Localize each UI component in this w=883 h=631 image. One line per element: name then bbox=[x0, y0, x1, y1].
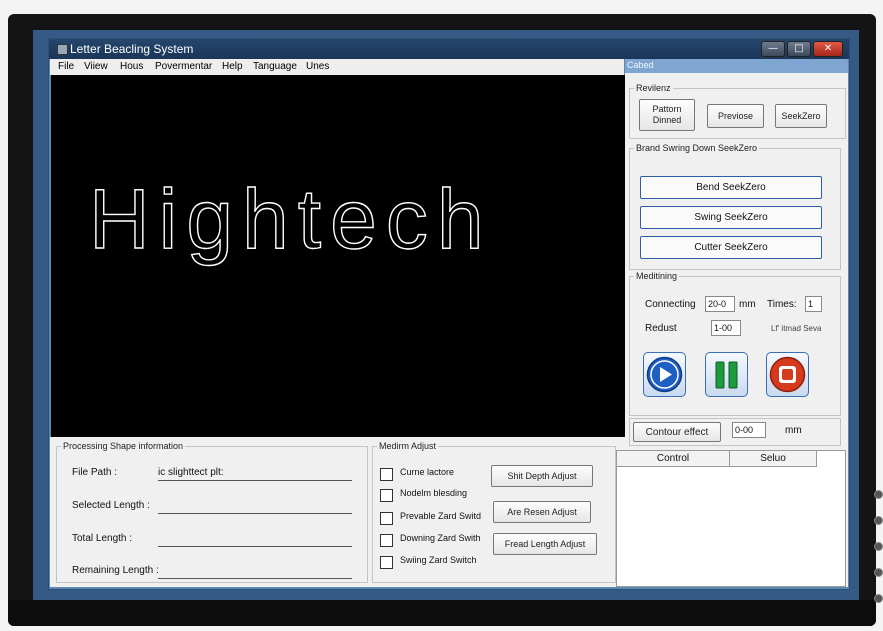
file-path-field[interactable]: ic slighttect plt: bbox=[158, 467, 352, 481]
checkbox[interactable] bbox=[380, 534, 393, 547]
remaining-length-field[interactable] bbox=[158, 565, 352, 579]
maximize-icon[interactable]: □ bbox=[787, 41, 811, 57]
shift-depth-adjust-button[interactable]: Shit Depth Adjust bbox=[491, 465, 593, 487]
swing-seekzero-button[interactable]: Swing SeekZero bbox=[640, 206, 822, 229]
remaining-length-label: Remaining Length : bbox=[72, 565, 159, 576]
stop-icon bbox=[769, 356, 806, 393]
checkbox-label: Downing Zard Swith bbox=[400, 533, 481, 543]
menu-hous[interactable]: Hous bbox=[120, 61, 143, 72]
app-icon bbox=[57, 44, 68, 55]
window-title: Letter Beacling System bbox=[70, 42, 194, 56]
redust-label: Redust bbox=[645, 323, 677, 334]
pause-button[interactable] bbox=[705, 352, 748, 397]
monitor-button bbox=[874, 516, 883, 525]
pause-icon bbox=[715, 361, 738, 389]
connecting-input[interactable]: 20-0 bbox=[705, 296, 735, 312]
preview-canvas[interactable]: Hightech bbox=[51, 75, 625, 437]
right-panel-header: Cabed bbox=[625, 59, 848, 73]
checkbox-label: Curne lactore bbox=[400, 467, 455, 477]
monitor-side-buttons bbox=[874, 490, 883, 620]
bottom-panel: Processing Shape information File Path :… bbox=[50, 437, 625, 587]
reviews-legend: Revilenz bbox=[636, 83, 671, 93]
checkbox-label: Nodelm blesding bbox=[400, 488, 468, 498]
selected-length-field[interactable] bbox=[158, 500, 352, 514]
play-button[interactable] bbox=[643, 352, 686, 397]
menu-unes[interactable]: Unes bbox=[306, 61, 329, 72]
seekzero-button[interactable]: SeekZero bbox=[775, 104, 827, 128]
control-setup-tabs: Control Seluo bbox=[616, 450, 846, 587]
minimize-icon[interactable]: — bbox=[761, 41, 785, 57]
total-length-field[interactable] bbox=[158, 533, 352, 547]
menu-file[interactable]: File bbox=[58, 61, 74, 72]
tab-setup[interactable]: Seluo bbox=[730, 451, 817, 467]
times-input[interactable]: 1 bbox=[805, 296, 822, 312]
checkbox[interactable] bbox=[380, 489, 393, 502]
seekzero-legend: Brand Swring Down SeekZero bbox=[636, 143, 758, 153]
play-icon bbox=[646, 356, 683, 393]
bend-seekzero-button[interactable]: Bend SeekZero bbox=[640, 176, 822, 199]
contour-effect-button[interactable]: Contour effect bbox=[633, 422, 721, 442]
checkbox[interactable] bbox=[380, 512, 393, 525]
times-label: Times: bbox=[767, 299, 797, 310]
monitor-base-edge bbox=[8, 600, 876, 626]
contour-unit: mm bbox=[785, 425, 802, 436]
file-path-label: File Path : bbox=[72, 467, 118, 478]
monitor-button bbox=[874, 490, 883, 499]
checkbox-label: Swiing Zard Switch bbox=[400, 555, 477, 565]
contour-input[interactable]: 0-00 bbox=[732, 422, 766, 438]
menu-bar: File Viiew Hous Povermentar Help Tanguag… bbox=[50, 59, 624, 75]
redust-input[interactable]: 1-00 bbox=[711, 320, 741, 336]
menu-help[interactable]: Help bbox=[222, 61, 243, 72]
checkbox-label: Prevable Zard Switd bbox=[400, 511, 482, 521]
fread-length-adjust-button[interactable]: Fread Length Adjust bbox=[493, 533, 597, 555]
monitor-button bbox=[874, 568, 883, 577]
checkbox[interactable] bbox=[380, 468, 393, 481]
menu-tanguage[interactable]: Tanguage bbox=[253, 61, 297, 72]
checkbox[interactable] bbox=[380, 556, 393, 569]
title-bar[interactable]: Letter Beacling System — □ ✕ bbox=[49, 39, 849, 59]
resen-adjust-button[interactable]: Are Resen Adjust bbox=[493, 501, 591, 523]
outline-text-preview: Hightech bbox=[88, 171, 493, 266]
menu-view[interactable]: Viiew bbox=[84, 61, 108, 72]
monitor-button bbox=[874, 594, 883, 603]
close-icon[interactable]: ✕ bbox=[813, 41, 843, 57]
pattern-dinned-button[interactable]: Pattorn Dinned bbox=[639, 99, 695, 131]
connecting-unit: mm bbox=[739, 299, 756, 310]
tab-control[interactable]: Control bbox=[617, 451, 730, 467]
extra-label: Lf' itmad Seva bbox=[771, 324, 822, 333]
right-panel-title: Cabed bbox=[627, 60, 654, 70]
adjust-legend: Medirm Adjust bbox=[379, 441, 437, 451]
monitor-button bbox=[874, 542, 883, 551]
cutter-seekzero-button[interactable]: Cutter SeekZero bbox=[640, 236, 822, 259]
total-length-label: Total Length : bbox=[72, 533, 133, 544]
selected-length-label: Selected Length : bbox=[72, 500, 150, 511]
processing-legend: Processing Shape information bbox=[63, 441, 184, 451]
stop-button[interactable] bbox=[766, 352, 809, 397]
previous-button[interactable]: Previose bbox=[707, 104, 764, 128]
menu-povermentar[interactable]: Povermentar bbox=[155, 61, 212, 72]
meditining-legend: Meditining bbox=[636, 271, 678, 281]
connecting-label: Connecting bbox=[645, 299, 696, 310]
